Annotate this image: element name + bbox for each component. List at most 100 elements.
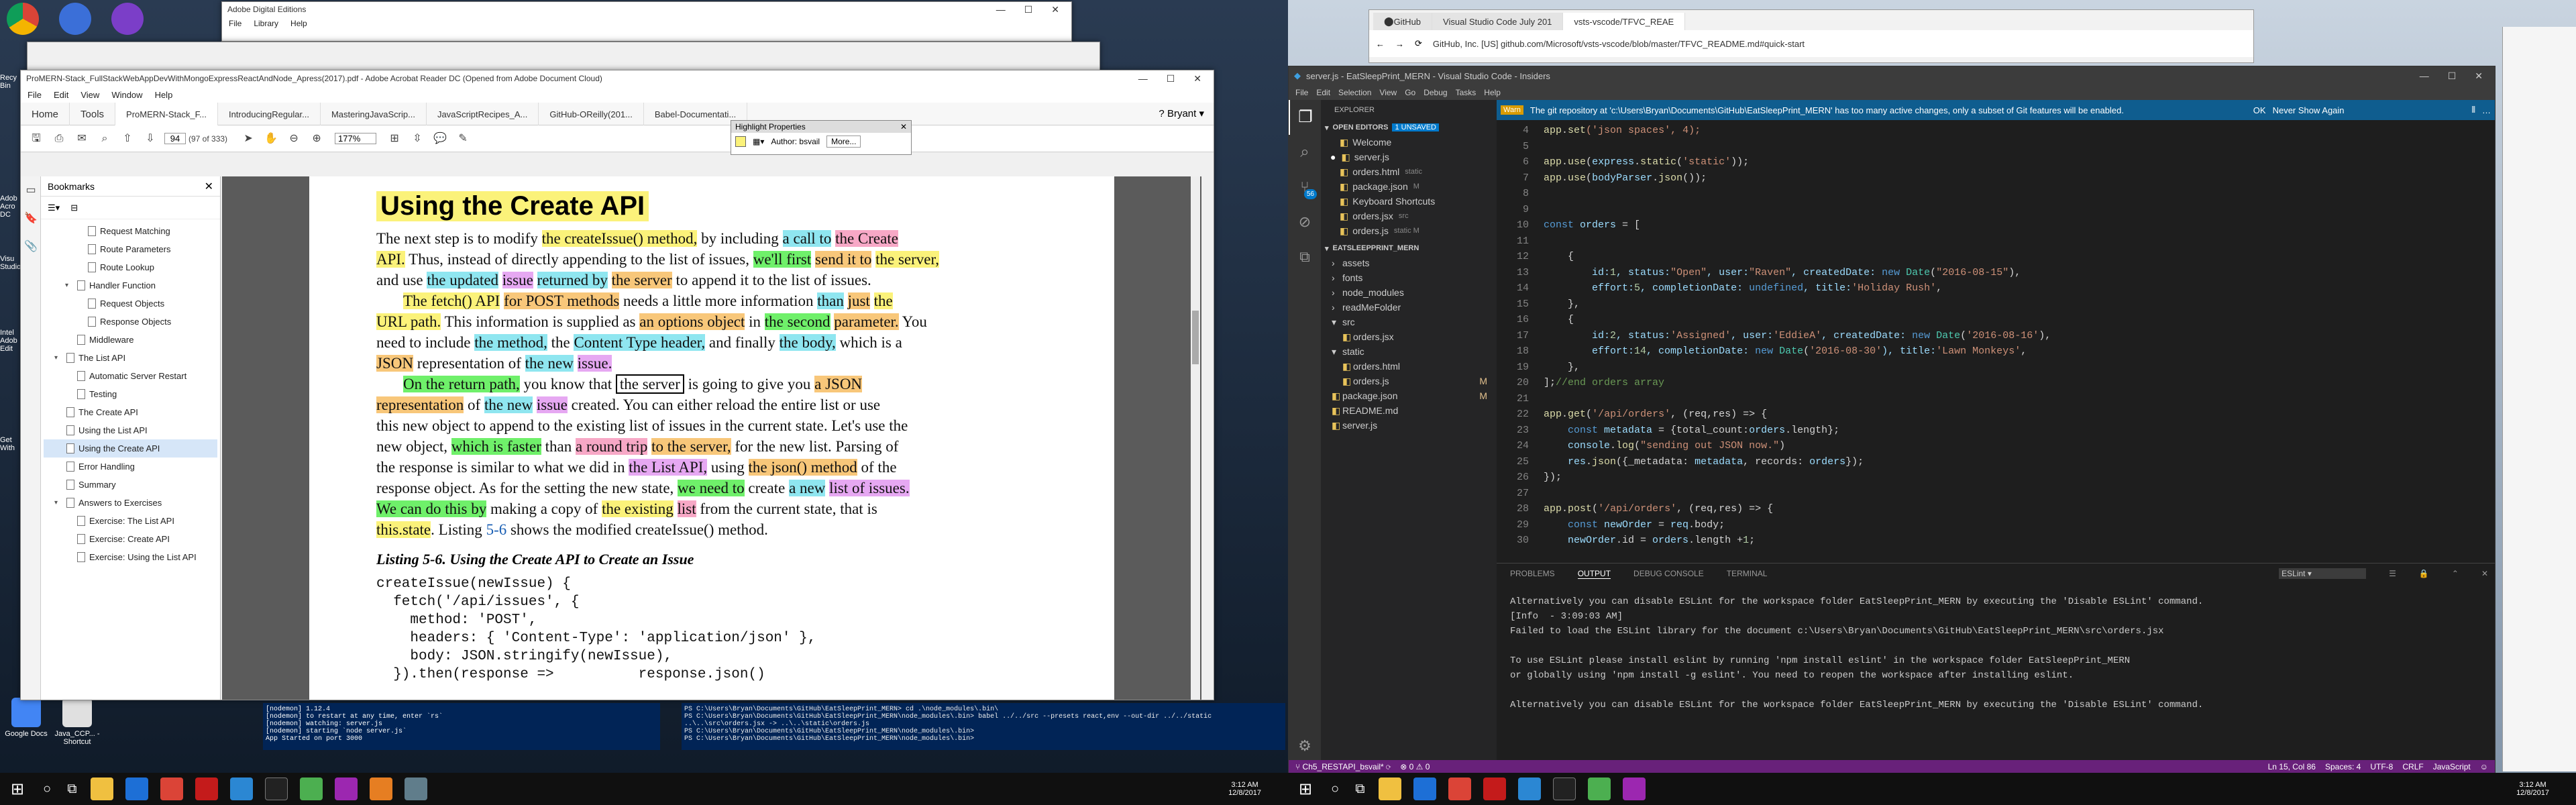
menu-go[interactable]: Go — [1405, 88, 1415, 97]
comment-icon[interactable]: 💬 — [433, 131, 447, 146]
zoom-select[interactable]: 177% — [335, 133, 377, 144]
tree-item[interactable]: ▾ src — [1321, 315, 1497, 329]
expand-bookmark-icon[interactable]: ⊟ — [70, 203, 78, 213]
bookmark-item[interactable]: ▾ Answers to Exercises — [44, 494, 217, 512]
debug-icon[interactable]: ⊘ — [1289, 205, 1321, 239]
chrome-task-icon[interactable] — [160, 777, 184, 800]
forward-icon[interactable]: → — [1395, 39, 1404, 49]
minimize-icon[interactable]: — — [2420, 70, 2429, 82]
tab-document[interactable]: GitHub-OReilly(201... — [539, 103, 644, 125]
maximize-icon[interactable]: ☐ — [1024, 4, 1033, 15]
close-icon[interactable]: ✕ — [1051, 4, 1059, 15]
bookmark-item[interactable]: Exercise: Using the List API — [44, 548, 217, 566]
background-window[interactable] — [27, 42, 1100, 71]
encoding[interactable]: UTF-8 — [2370, 762, 2393, 771]
menu-window[interactable]: Window — [111, 90, 142, 100]
menu-file[interactable]: File — [229, 19, 241, 28]
bookmark-item[interactable]: The Create API — [44, 403, 217, 421]
tree-item[interactable]: › node_modules — [1321, 285, 1497, 300]
bookmark-item[interactable]: Automatic Server Restart — [44, 367, 217, 385]
cortana-icon[interactable]: ○ — [43, 782, 51, 797]
app-task-icon[interactable] — [370, 777, 393, 800]
open-editor-item[interactable]: ◧ Welcome — [1321, 135, 1497, 150]
menu-help[interactable]: Help — [1484, 88, 1501, 97]
open-editor-item[interactable]: ◧ orders.js static M — [1321, 223, 1497, 238]
output-channel-select[interactable]: ESLint ▾ — [2279, 568, 2367, 579]
bookmark-item[interactable]: Route Parameters — [44, 240, 217, 258]
adobe-digital-editions-window[interactable]: Adobe Digital Editions — ☐ ✕ File Library H… — [221, 1, 1072, 42]
line-ending[interactable]: CRLF — [2402, 762, 2423, 771]
back-icon[interactable]: ← — [1376, 39, 1385, 49]
menu-tasks[interactable]: Tasks — [1456, 88, 1477, 97]
desktop-label[interactable]: Intel Adob Edit — [0, 329, 21, 396]
task-view-icon[interactable]: ⧉ — [67, 782, 76, 797]
github-desktop-icon[interactable] — [111, 3, 144, 35]
tree-item[interactable]: ◧ orders.js M — [1321, 374, 1497, 388]
menu-help[interactable]: Help — [290, 19, 307, 28]
desktop-label[interactable]: Get With — [0, 436, 21, 476]
clear-output-icon[interactable]: ☰ — [2389, 569, 2396, 578]
app-task-icon[interactable] — [1588, 777, 1611, 800]
expand-icon[interactable]: ▾ — [54, 497, 62, 508]
bookmark-item[interactable]: Using the Create API — [44, 439, 217, 458]
tab-document[interactable]: IntroducingRegular... — [218, 103, 321, 125]
app-task-icon[interactable] — [405, 777, 428, 800]
minimize-icon[interactable]: — — [1138, 73, 1148, 85]
menu-file[interactable]: File — [28, 90, 42, 100]
branch-indicator[interactable]: ⑂ Ch5_RESTAPI_bsvail* ⟳ — [1295, 762, 1391, 771]
close-icon[interactable]: ✕ — [205, 180, 213, 193]
open-editor-item[interactable]: ◧ orders.jsx src — [1321, 209, 1497, 223]
tab-document[interactable]: MasteringJavaScrip... — [321, 103, 427, 125]
attachment-icon[interactable]: 📎 — [23, 239, 38, 254]
indentation[interactable]: Spaces: 4 — [2325, 762, 2361, 771]
start-icon[interactable]: ⊞ — [11, 780, 24, 799]
maximize-panel-icon[interactable]: ⌃ — [2452, 569, 2459, 578]
browser-tab[interactable]: ⬤ GitHub — [1373, 13, 1433, 30]
code-editor[interactable]: 4 app. set ('json spaces', 4); 5 6 app. use(exp… — [1497, 120, 2495, 549]
tab-document[interactable]: JavaScriptRecipes_A... — [427, 103, 539, 125]
hand-icon[interactable]: ✋ — [264, 131, 278, 146]
vscode-window[interactable]: ◆ server.js - EatSleepPrint_MERN - Visua… — [1288, 66, 2496, 774]
print-icon[interactable]: ⎙ — [52, 131, 66, 146]
save-icon[interactable]: 🖫 — [29, 131, 44, 146]
tree-item[interactable]: ◧ server.js — [1321, 418, 1497, 433]
chrome-task-icon[interactable] — [1448, 777, 1472, 800]
explorer-task-icon[interactable] — [91, 777, 114, 800]
bookmark-icon[interactable]: 🔖 — [23, 211, 38, 226]
tab-debug-console[interactable]: DEBUG CONSOLE — [1633, 569, 1704, 578]
open-editor-item[interactable]: ◧ package.json M — [1321, 179, 1497, 194]
bookmark-item[interactable]: Error Handling — [44, 458, 217, 476]
vscode-task-icon[interactable] — [230, 777, 254, 800]
menu-edit[interactable]: Edit — [54, 90, 68, 100]
highlight-properties-panel[interactable]: Highlight Properties ✕ ▦▾ Author: bsvail … — [731, 120, 912, 155]
acrobat-task-icon[interactable] — [195, 777, 219, 800]
tab-output[interactable]: OUTPUT — [1577, 569, 1611, 579]
close-panel-icon[interactable]: ✕ — [2481, 569, 2488, 578]
bookmark-item[interactable]: Middleware — [44, 331, 217, 349]
cursor-position[interactable]: Ln 15, Col 86 — [2268, 762, 2316, 771]
open-editors-header[interactable]: ▾ OPEN EDITORS 1 UNSAVED — [1321, 120, 1497, 135]
tree-item[interactable]: ◧ orders.jsx — [1321, 329, 1497, 344]
terminal-task-icon[interactable] — [1553, 777, 1576, 800]
close-icon[interactable]: ✕ — [2475, 70, 2483, 82]
bookmark-item[interactable]: ▾ The List API — [44, 349, 217, 367]
acrobat-window[interactable]: ProMERN-Stack_FullStackWebAppDevWithMong… — [20, 70, 1214, 700]
desktop-label[interactable]: Visu Studio — [0, 255, 21, 309]
open-editor-item[interactable]: ● ◧ server.js — [1321, 150, 1497, 164]
minimize-icon[interactable]: — — [996, 4, 1006, 15]
tree-item[interactable]: ◧ README.md — [1321, 403, 1497, 418]
language-mode[interactable]: JavaScript — [2433, 762, 2471, 771]
desktop-icon-google-docs[interactable]: Google Docs — [3, 698, 50, 738]
settings-desktop-icon[interactable] — [59, 3, 91, 35]
powershell-window[interactable]: PS C:\Users\Bryan\Documents\GitHub\EatSl… — [682, 703, 1285, 750]
browser-window[interactable]: ⬤ GitHub Visual Studio Code July 201 vst… — [1368, 9, 2254, 63]
clock[interactable]: 3:12 AM 12/8/2017 — [2516, 781, 2549, 797]
bookmark-item[interactable]: Using the List API — [44, 421, 217, 439]
browser-tab[interactable]: vsts-vscode/TFVC_REAE — [1563, 13, 1686, 30]
expand-icon[interactable]: ▾ — [54, 352, 62, 364]
bookmark-item[interactable]: Summary — [44, 476, 217, 494]
tab-home[interactable]: Home — [21, 103, 70, 125]
maximize-icon[interactable]: ☐ — [2448, 70, 2457, 82]
menu-edit[interactable]: Edit — [1316, 88, 1330, 97]
tab-document[interactable]: ProMERN-Stack_F... — [115, 103, 218, 125]
